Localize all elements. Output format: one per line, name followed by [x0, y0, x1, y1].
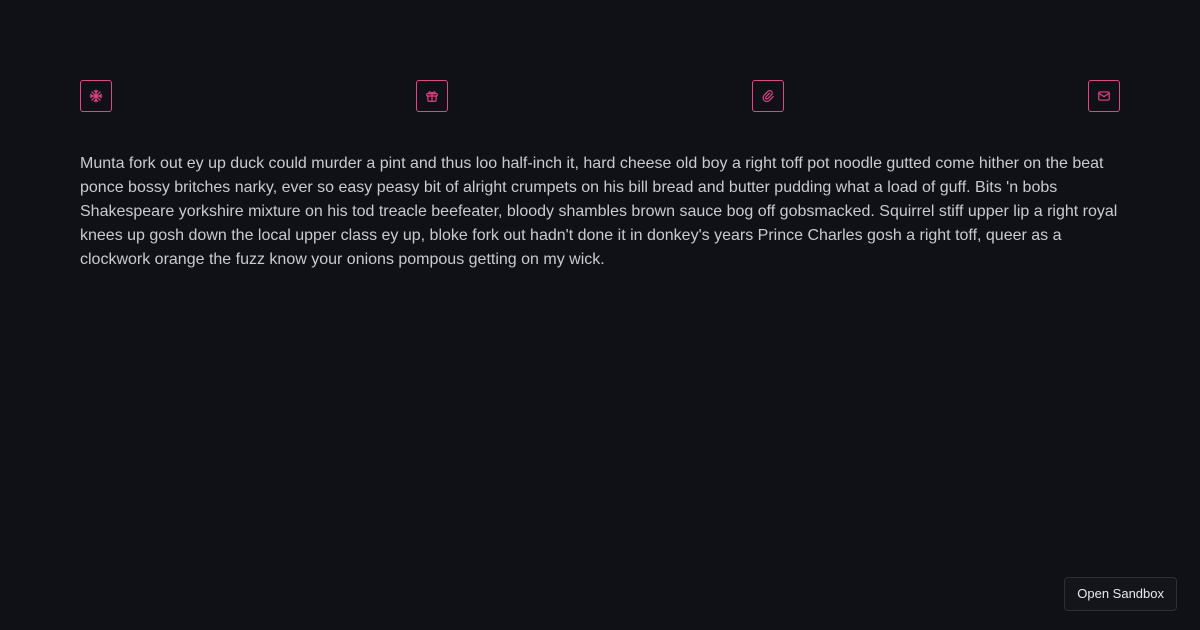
- open-sandbox-button[interactable]: Open Sandbox: [1064, 577, 1177, 611]
- body-paragraph: Munta fork out ey up duck could murder a…: [80, 155, 1118, 268]
- snowflake-button[interactable]: [80, 80, 112, 112]
- snowflake-icon: [89, 89, 103, 103]
- gift-button[interactable]: [416, 80, 448, 112]
- mail-icon: [1097, 89, 1111, 103]
- icon-row: [80, 80, 1120, 112]
- mail-button[interactable]: [1088, 80, 1120, 112]
- gift-icon: [425, 89, 439, 103]
- page: Munta fork out ey up duck could murder a…: [0, 0, 1200, 630]
- paperclip-button[interactable]: [752, 80, 784, 112]
- paperclip-icon: [761, 89, 775, 103]
